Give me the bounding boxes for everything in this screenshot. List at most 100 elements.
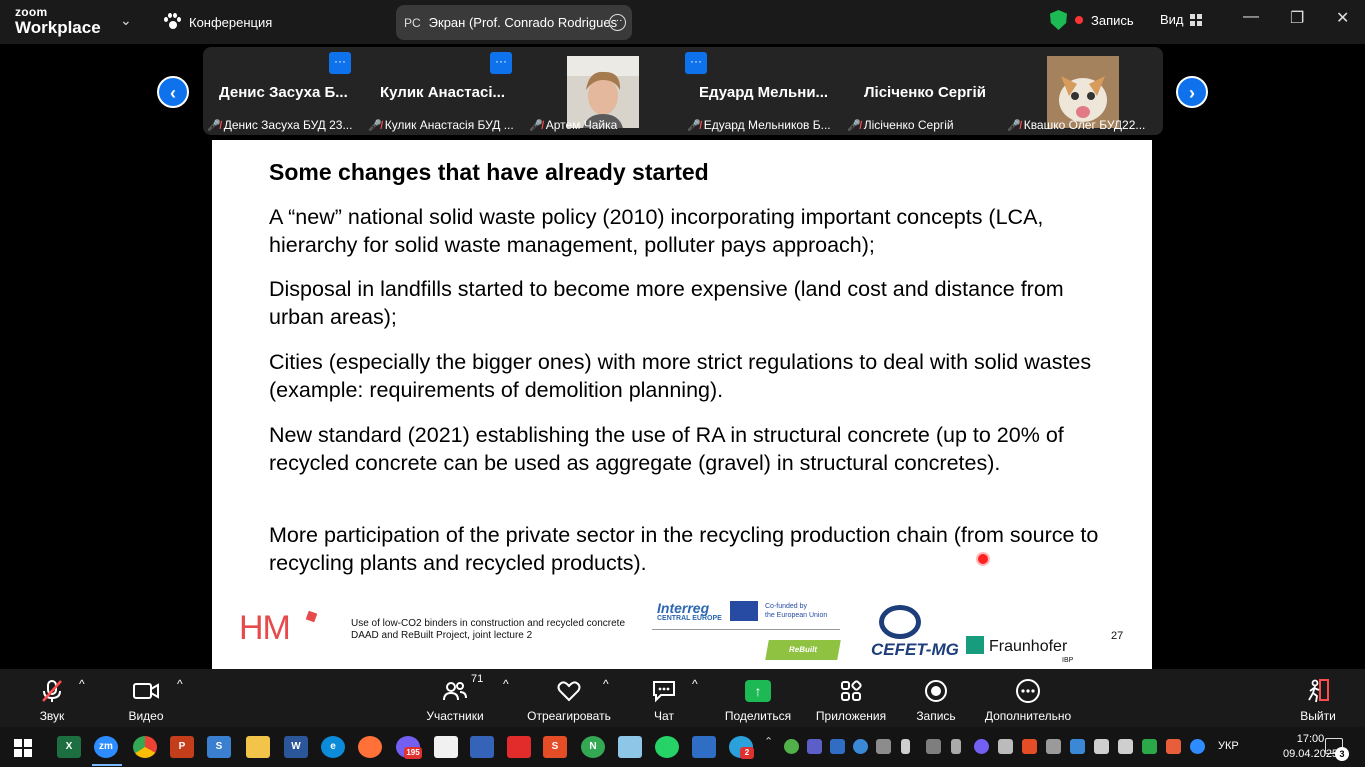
chat-button[interactable]: Чат	[648, 677, 680, 723]
tray-cloud-icon[interactable]	[853, 739, 868, 754]
participant-tile[interactable]: ··· 🎤̸ Артем Чайка	[525, 47, 707, 135]
recording-indicator[interactable]: Запись	[1050, 10, 1134, 30]
tray-teams-icon[interactable]	[807, 739, 822, 754]
fraunhofer-subtitle: IBP	[1062, 657, 1074, 664]
record-button[interactable]: Запись	[914, 677, 958, 723]
audio-button[interactable]: Звук	[32, 677, 72, 723]
tray-pen-icon[interactable]	[876, 739, 891, 754]
language-indicator[interactable]: УКР	[1218, 740, 1239, 752]
participant-name: Лісіченко Сергій	[863, 118, 954, 132]
tray-app2-icon[interactable]	[1070, 739, 1085, 754]
more-button[interactable]: Дополнительно	[982, 677, 1074, 723]
participant-tile[interactable]: ··· Денис Засуха Б... 🎤̸ Денис Засуха БУ…	[203, 47, 363, 135]
participants-label: Участники	[426, 709, 484, 723]
chat-label: Чат	[654, 709, 674, 723]
tray-speaker-icon[interactable]	[1166, 739, 1181, 754]
chevron-down-icon[interactable]: ⌄	[120, 12, 132, 29]
laser-pointer	[978, 554, 988, 564]
audio-options-caret[interactable]: ^	[79, 677, 85, 691]
zoom-app-icon[interactable]: zm	[94, 736, 118, 758]
app-blue-icon[interactable]	[692, 736, 716, 758]
tray-zoom-icon[interactable]	[1190, 739, 1205, 754]
more-options-icon[interactable]: ···	[490, 52, 512, 74]
tray-display-icon[interactable]	[926, 739, 941, 754]
slide-bullet: Cities (especially the bigger ones) with…	[269, 350, 1092, 402]
tray-camera-icon[interactable]	[1094, 739, 1109, 754]
app-s-red-icon[interactable]: S	[543, 736, 567, 758]
more-options-icon[interactable]: ···	[329, 52, 351, 74]
video-label: Видео	[128, 709, 164, 723]
word-icon[interactable]: W	[284, 736, 308, 758]
tray-shield-icon[interactable]	[1142, 739, 1157, 754]
next-page-icon[interactable]: ›	[1176, 76, 1208, 108]
more-options-icon[interactable]: ···	[609, 14, 626, 31]
firefox-icon[interactable]	[358, 736, 382, 758]
minimize-icon[interactable]: —	[1243, 8, 1259, 26]
cefet-globe-icon	[879, 605, 921, 639]
video-options-caret[interactable]: ^	[177, 677, 183, 691]
participant-name: Едуард Мельников Б...	[703, 118, 831, 132]
hm-logo: HM	[239, 609, 291, 647]
footer-line1: Use of low-CO2 binders in construction a…	[351, 618, 626, 629]
tray-app-icon[interactable]	[830, 739, 845, 754]
app-s-icon[interactable]: S	[207, 736, 231, 758]
powerpoint-icon[interactable]: P	[170, 736, 194, 758]
edge-icon[interactable]: e	[321, 736, 345, 758]
share-screen-button[interactable]: ↑ Поделиться	[723, 677, 793, 723]
tray-network-icon[interactable]	[1046, 739, 1061, 754]
cofunded-line1: Co-funded by	[765, 603, 808, 610]
app-red-icon[interactable]	[507, 736, 531, 758]
participant-name: Квашко Олег БУД22...	[1023, 118, 1146, 132]
restore-icon[interactable]: ❐	[1290, 8, 1304, 28]
meeting-info-button[interactable]: Конференция	[163, 13, 272, 31]
leave-button[interactable]: Выйти	[1298, 677, 1338, 723]
mic-muted-icon: 🎤̸	[368, 119, 382, 132]
apps-button[interactable]: Приложения	[812, 677, 890, 723]
view-button[interactable]: Вид	[1160, 12, 1202, 27]
security-shield-icon[interactable]	[1050, 10, 1067, 30]
sharer-initials: PC	[404, 15, 421, 30]
chrome-icon[interactable]	[133, 736, 157, 758]
chrome-profile-icon[interactable]: N	[581, 736, 605, 758]
whatsapp-icon[interactable]	[655, 736, 679, 758]
participants-options-caret[interactable]: ^	[503, 677, 509, 691]
tray-s-icon[interactable]	[1022, 739, 1037, 754]
windows-start-icon[interactable]	[14, 739, 32, 757]
share-icon-wrap: ↑	[723, 677, 793, 705]
participant-tile[interactable]: Лісіченко Сергій 🎤̸ Лісіченко Сергій	[843, 47, 1003, 135]
save-disk-icon[interactable]	[470, 736, 494, 758]
record-label: Запись	[916, 709, 956, 723]
video-camera-icon	[124, 677, 168, 705]
notepad-icon[interactable]	[434, 736, 458, 758]
participant-caption: 🎤̸ Едуард Мельников Б...	[687, 118, 839, 132]
cefet-logo: CEFET-MG	[871, 640, 959, 659]
tray-battery-icon[interactable]	[998, 739, 1013, 754]
participant-big-name: Денис Засуха Б...	[219, 84, 348, 101]
app-map-icon[interactable]	[618, 736, 642, 758]
screen-share-indicator[interactable]: PC Экран (Prof. Conrado Rodrigues ···	[396, 5, 632, 40]
participant-tile[interactable]: Едуард Мельни... 🎤̸ Едуард Мельников Б..…	[683, 47, 843, 135]
tray-usb-icon[interactable]	[951, 739, 961, 754]
chat-options-caret[interactable]: ^	[692, 677, 698, 691]
zoom-logo-line2: Workplace	[15, 18, 101, 37]
audio-label: Звук	[39, 709, 65, 723]
react-options-caret[interactable]: ^	[603, 677, 609, 691]
tray-volume-icon[interactable]	[1118, 739, 1133, 754]
tray-viber-icon[interactable]	[974, 739, 989, 754]
tray-check-icon[interactable]	[784, 739, 799, 754]
previous-page-icon[interactable]: ‹	[157, 76, 189, 108]
close-icon[interactable]: ✕	[1336, 8, 1349, 28]
interreg-subtitle: CENTRAL EUROPE	[657, 615, 722, 622]
tray-mic-icon[interactable]	[901, 739, 910, 754]
participant-tile[interactable]: ··· Кулик Анастасі... 🎤̸ Кулик Анастасія…	[364, 47, 524, 135]
file-explorer-icon[interactable]	[246, 736, 270, 758]
footer-line2: DAAD and ReBuilt Project, joint lecture …	[351, 630, 533, 641]
mic-muted-icon: 🎤̸	[529, 119, 543, 132]
participant-tile[interactable]: 🎤̸ Квашко Олег БУД22...	[1003, 47, 1163, 135]
react-button[interactable]: Отреагировать	[525, 677, 613, 723]
tray-overflow-icon[interactable]: ⌃	[764, 735, 773, 748]
excel-icon[interactable]: X	[57, 736, 81, 758]
interreg-logo: Interreg	[657, 600, 710, 616]
more-icon	[982, 677, 1074, 705]
video-button[interactable]: Видео	[124, 677, 168, 723]
